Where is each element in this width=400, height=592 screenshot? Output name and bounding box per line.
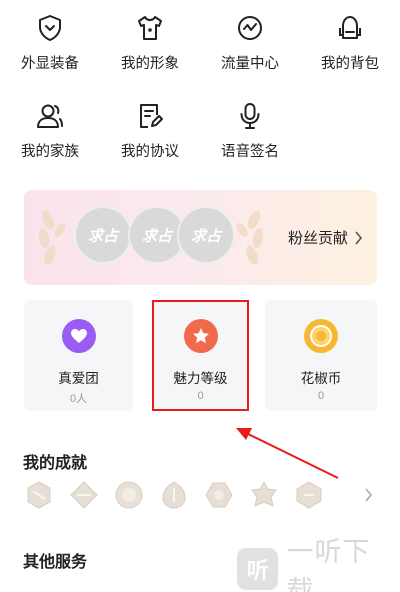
- menu-item-label: 语音签名: [221, 144, 279, 160]
- fans-contribution-label: 粉丝贡献: [287, 230, 348, 247]
- card-pepper-coin[interactable]: 花椒币 0: [265, 300, 377, 411]
- chevron-right-icon: [355, 230, 363, 245]
- menu-item-my-backpack[interactable]: 我的背包: [300, 12, 400, 73]
- microphone-icon: [234, 100, 266, 132]
- menu-item-traffic-center[interactable]: 流量中心: [200, 12, 300, 73]
- menu-item-label: 流量中心: [221, 56, 279, 72]
- fans-contribution-banner[interactable]: 求占 求占 求占 粉丝贡献: [24, 190, 377, 285]
- card-value: 0: [317, 390, 325, 402]
- other-services-title: 其他服务: [23, 554, 88, 571]
- card-value: 0人: [69, 393, 88, 405]
- tshirt-icon: [134, 12, 166, 44]
- wave-circle-icon: [234, 12, 266, 44]
- achievement-badge-icon: [115, 481, 143, 509]
- family-icon: [34, 100, 66, 132]
- achievements-row[interactable]: [24, 480, 384, 512]
- menu-item-label: 我的背包: [321, 56, 379, 72]
- achievement-badge-icon: [296, 481, 322, 509]
- heart-hands-icon: [61, 319, 96, 353]
- menu-row-2: 我的家族 我的协议 语音签名: [0, 100, 400, 161]
- document-edit-icon: [134, 100, 166, 132]
- achievement-badge-icon: [251, 480, 277, 507]
- fans-contribution-link[interactable]: 粉丝贡献: [288, 227, 363, 248]
- achievements-title: 我的成就: [23, 455, 88, 472]
- menu-item-my-family[interactable]: 我的家族: [0, 100, 100, 161]
- achievement-badge-icon: [70, 481, 98, 509]
- chevron-right-icon[interactable]: [364, 488, 373, 502]
- card-title: 花椒币: [300, 371, 342, 386]
- highlight-box: [152, 300, 249, 411]
- menu-item-label: 我的形象: [121, 56, 179, 72]
- card-true-love-group[interactable]: 真爱团 0人: [24, 300, 133, 411]
- menu-item-my-agreement[interactable]: 我的协议: [100, 100, 200, 161]
- menu-item-label: 外显装备: [21, 56, 79, 72]
- watermark-logo: 听: [237, 548, 279, 590]
- coin-icon: [304, 319, 338, 353]
- watermark-text: 一听下载: [286, 537, 371, 592]
- fan-rank-badge: 求占: [74, 206, 132, 264]
- menu-item-my-image[interactable]: 我的形象: [100, 12, 200, 73]
- menu-item-label: 我的协议: [121, 144, 179, 160]
- card-title: 真爱团: [58, 371, 99, 386]
- laurel-left-icon: [38, 210, 66, 265]
- achievement-badge-icon: [162, 481, 186, 509]
- achievement-badge-icon: [205, 482, 233, 508]
- laurel-right-icon: [236, 210, 264, 265]
- backpack-icon: [334, 12, 366, 44]
- achievement-badge-icon: [27, 481, 51, 509]
- menu-item-voice-signature[interactable]: 语音签名: [200, 100, 300, 161]
- shield-icon: [34, 12, 66, 44]
- menu-row-1: 外显装备 我的形象 流量中心 我的背包: [0, 12, 400, 73]
- menu-item-external-gear[interactable]: 外显装备: [0, 12, 100, 73]
- menu-item-label: 我的家族: [21, 144, 79, 160]
- watermark: 听 一听下载: [237, 537, 397, 592]
